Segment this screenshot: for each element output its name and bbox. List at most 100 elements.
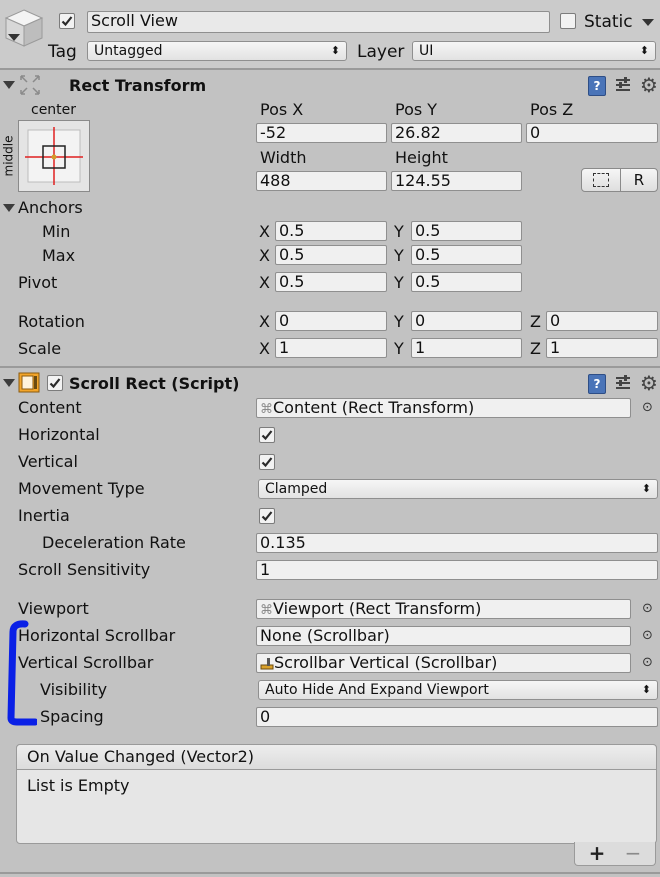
inertia-label: Inertia: [18, 506, 70, 525]
layer-value: UI: [419, 43, 434, 59]
anchors-max-x-field[interactable]: 0.5: [275, 245, 387, 265]
help-book-icon[interactable]: ?: [588, 374, 606, 394]
preset-sliders-icon[interactable]: [614, 76, 632, 94]
layer-label: Layer: [357, 42, 405, 62]
scale-label: Scale: [18, 339, 62, 358]
visibility-dropdown-arrow-icon: ⬍: [641, 683, 651, 696]
pivot-y-field[interactable]: 0.5: [411, 272, 522, 292]
gameobject-cube-icon: [2, 6, 46, 50]
spacing-field[interactable]: 0: [256, 707, 658, 727]
icon-dropdown-arrow-icon[interactable]: [8, 34, 20, 41]
layer-dropdown-arrow-icon: ⬍: [639, 44, 649, 57]
raw-edit-label: R: [633, 171, 645, 189]
inertia-checkbox[interactable]: [259, 508, 275, 524]
deceleration-rate-field[interactable]: 0.135: [256, 533, 658, 553]
anchors-min-x-axis: X: [259, 222, 270, 241]
rect-transform-small-icon: ⌘: [260, 603, 273, 618]
static-checkbox[interactable]: [560, 13, 576, 29]
anchors-label: Anchors: [18, 198, 83, 217]
viewport-object-field[interactable]: ⌘Viewport (Rect Transform): [256, 599, 631, 619]
vertical-label: Vertical: [18, 452, 78, 471]
pos-z-field[interactable]: 0: [526, 123, 658, 143]
vertical-checkbox[interactable]: [259, 454, 275, 470]
pivot-label: Pivot: [18, 273, 58, 292]
object-name-input[interactable]: Scroll View: [87, 11, 550, 33]
scroll-rect-title: Scroll Rect (Script): [69, 374, 240, 393]
viewport-object-picker-icon[interactable]: ⊙: [642, 599, 653, 619]
active-checkbox[interactable]: [59, 13, 75, 29]
pos-y-field[interactable]: 26.82: [391, 123, 522, 143]
anchors-max-y-field[interactable]: 0.5: [411, 245, 522, 265]
spacing-label: Spacing: [40, 707, 104, 726]
horizontal-scrollbar-label: Horizontal Scrollbar: [18, 626, 176, 645]
deceleration-rate-label: Deceleration Rate: [42, 533, 186, 552]
separator: [0, 872, 660, 874]
horizontal-label: Horizontal: [18, 425, 100, 444]
rect-transform-title: Rect Transform: [69, 76, 207, 95]
pos-z-label: Pos Z: [530, 100, 574, 119]
scrollbar-component-icon: [260, 656, 274, 670]
blueprint-mode-button[interactable]: [581, 168, 621, 192]
visibility-dropdown[interactable]: Auto Hide And Expand Viewport ⬍: [258, 680, 658, 700]
pos-x-label: Pos X: [260, 100, 304, 119]
anchors-max-x-axis: X: [259, 246, 270, 265]
scale-y-field[interactable]: 1: [411, 338, 522, 358]
scale-y-axis: Y: [394, 339, 404, 358]
scroll-rect-script-icon: [18, 372, 42, 394]
anchors-min-x-field[interactable]: 0.5: [275, 221, 387, 241]
settings-gear-icon[interactable]: ⚙: [640, 73, 658, 97]
horizontal-scrollbar-picker-icon[interactable]: ⊙: [642, 626, 653, 646]
anchors-max-label: Max: [42, 246, 76, 265]
content-object-picker-icon[interactable]: ⊙: [642, 398, 653, 418]
rotation-y-axis: Y: [394, 312, 404, 331]
rect-transform-foldout-icon[interactable]: [3, 81, 15, 89]
movement-type-dropdown[interactable]: Clamped ⬍: [258, 479, 658, 499]
static-dropdown-arrow-icon[interactable]: [642, 19, 654, 26]
vertical-scrollbar-picker-icon[interactable]: ⊙: [642, 653, 653, 673]
scale-x-field[interactable]: 1: [275, 338, 387, 358]
tag-dropdown[interactable]: Untagged ⬍: [87, 41, 347, 61]
event-add-button[interactable]: +: [584, 842, 610, 864]
anchor-preset-button[interactable]: [18, 120, 90, 192]
movement-type-dropdown-arrow-icon: ⬍: [641, 482, 651, 495]
content-object-field[interactable]: ⌘Content (Rect Transform): [256, 398, 631, 418]
content-label: Content: [18, 398, 82, 417]
anchors-min-y-field[interactable]: 0.5: [411, 221, 522, 241]
rect-transform-small-icon: ⌘: [260, 402, 273, 417]
content-value: Content (Rect Transform): [273, 398, 475, 417]
scale-z-field[interactable]: 1: [546, 338, 658, 358]
settings-gear-icon[interactable]: ⚙: [640, 371, 658, 395]
tag-dropdown-arrow-icon: ⬍: [330, 44, 340, 57]
height-label: Height: [395, 148, 448, 167]
event-remove-button[interactable]: −: [620, 842, 646, 864]
preset-sliders-icon[interactable]: [614, 374, 632, 392]
anchors-foldout-icon[interactable]: [3, 204, 15, 212]
scroll-rect-foldout-icon[interactable]: [3, 379, 15, 387]
rotation-x-axis: X: [259, 312, 270, 331]
rotation-y-field[interactable]: 0: [411, 311, 522, 331]
width-field[interactable]: 488: [256, 171, 387, 191]
raw-edit-button[interactable]: R: [620, 168, 658, 192]
visibility-value: Auto Hide And Expand Viewport: [265, 682, 489, 698]
vertical-scrollbar-value: Scrollbar Vertical (Scrollbar): [274, 653, 498, 672]
rect-transform-icon: [18, 73, 42, 97]
horizontal-checkbox[interactable]: [259, 427, 275, 443]
scroll-rect-enabled-checkbox[interactable]: [47, 375, 63, 391]
height-field[interactable]: 124.55: [391, 171, 522, 191]
horizontal-scrollbar-object-field[interactable]: None (Scrollbar): [256, 626, 631, 646]
movement-type-value: Clamped: [265, 481, 328, 497]
width-label: Width: [260, 148, 307, 167]
viewport-value: Viewport (Rect Transform): [273, 599, 482, 618]
help-book-icon[interactable]: ?: [588, 76, 606, 96]
rotation-z-field[interactable]: 0: [546, 311, 658, 331]
pivot-x-axis: X: [259, 273, 270, 292]
layer-dropdown[interactable]: UI ⬍: [412, 41, 656, 61]
pos-y-label: Pos Y: [395, 100, 438, 119]
pivot-x-field[interactable]: 0.5: [275, 272, 387, 292]
vertical-scrollbar-object-field[interactable]: Scrollbar Vertical (Scrollbar): [256, 653, 631, 673]
pos-x-field[interactable]: -52: [256, 123, 387, 143]
scale-z-axis: Z: [530, 339, 541, 358]
rotation-x-field[interactable]: 0: [275, 311, 387, 331]
scroll-sensitivity-field[interactable]: 1: [256, 560, 658, 580]
blueprint-dotted-square-icon: [593, 173, 609, 187]
